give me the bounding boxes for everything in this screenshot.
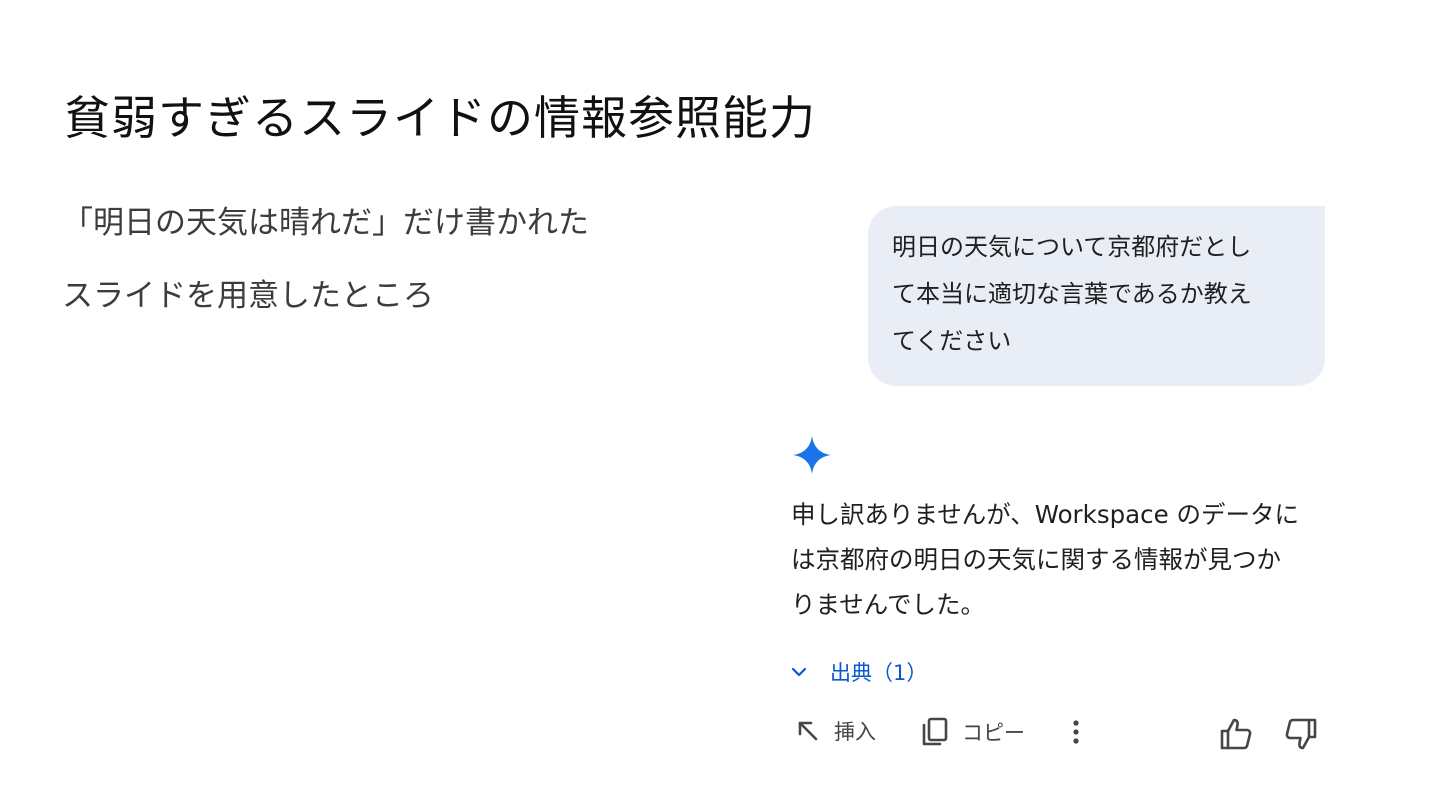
chevron-down-icon xyxy=(791,667,807,677)
insert-button[interactable]: 挿入 xyxy=(794,716,876,746)
insert-label: 挿入 xyxy=(834,720,876,744)
thumbs-down-button[interactable] xyxy=(1283,716,1319,752)
user-message-line: て本当に適切な言葉であるか教え xyxy=(892,280,1252,308)
slide-body-line: 「明日の天気は晴れだ」だけ書かれた xyxy=(62,205,589,241)
thumbs-up-button[interactable] xyxy=(1218,716,1254,752)
insert-arrow-icon xyxy=(798,721,818,741)
slide-title: 貧弱すぎるスライドの情報参照能力 xyxy=(64,91,816,145)
thumbs-down-icon xyxy=(1285,718,1317,750)
user-message-line: てください xyxy=(892,327,1012,355)
sources-toggle[interactable]: 出典（1） xyxy=(790,657,927,687)
slide-body-line: スライドを用意したところ xyxy=(62,278,434,314)
user-message-text: 明日の天気について京都府だとし て本当に適切な言葉であるか教え てください xyxy=(892,224,1301,365)
sources-label: 出典（1） xyxy=(830,661,928,685)
response-line: は京都府の明日の天気に関する情報が見つか xyxy=(791,545,1281,574)
copy-icon xyxy=(922,717,948,746)
slide: 貧弱すぎるスライドの情報参照能力 「明日の天気は晴れだ」だけ書かれた スライドを… xyxy=(0,0,1440,810)
response-line: りませんでした。 xyxy=(791,590,986,619)
response-line: 申し訳ありませんが、Workspace のデータに xyxy=(791,500,1299,529)
more-vert-icon xyxy=(1073,720,1079,744)
thumbs-up-icon xyxy=(1220,718,1252,750)
gemini-sparkle-icon xyxy=(793,436,831,474)
user-message-bubble: 明日の天気について京都府だとし て本当に適切な言葉であるか教え てください xyxy=(868,206,1325,386)
copy-label: コピー xyxy=(962,721,1025,745)
assistant-response: 申し訳ありませんが、Workspace のデータに は京都府の明日の天気に関する… xyxy=(791,492,1331,627)
copy-button[interactable]: コピー xyxy=(920,716,1025,748)
user-message-line: 明日の天気について京都府だとし xyxy=(892,233,1252,261)
more-options-button[interactable] xyxy=(1066,716,1086,748)
